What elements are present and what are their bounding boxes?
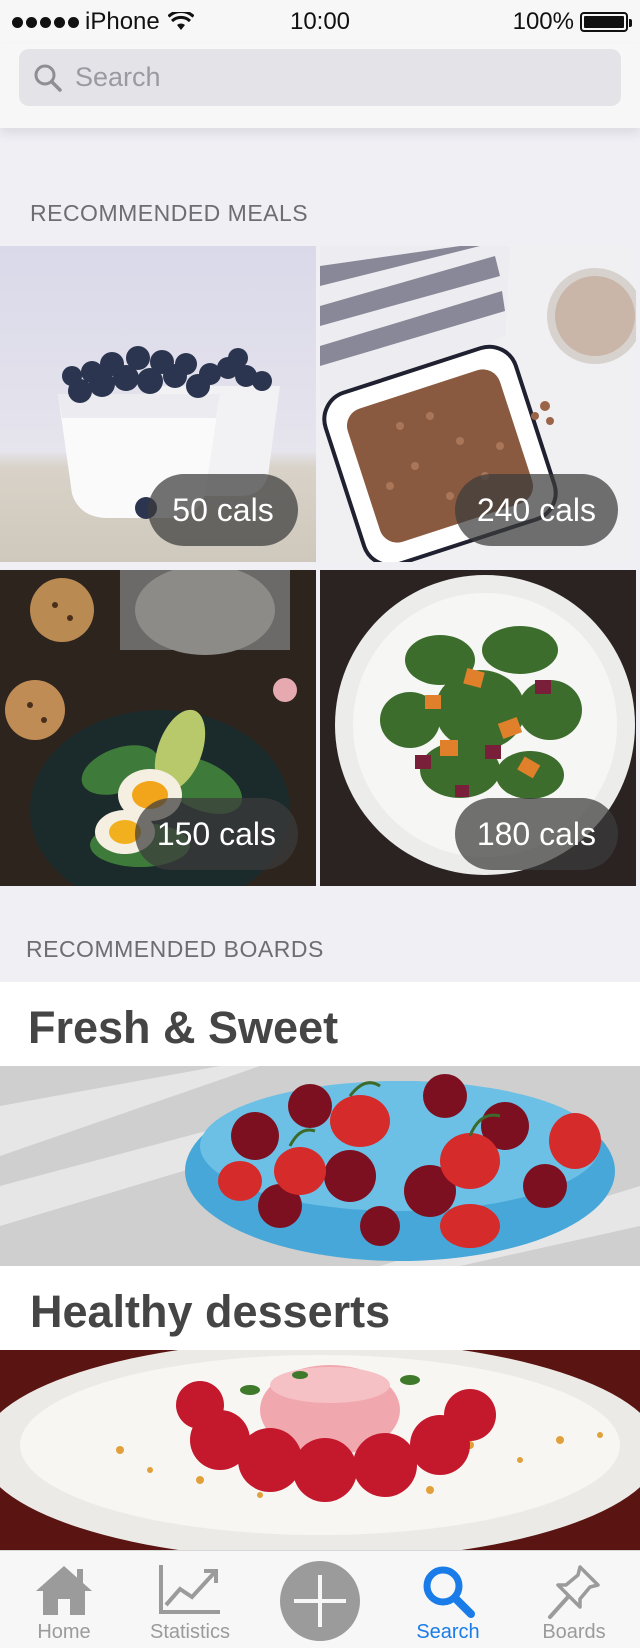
meal-card-granola[interactable]: 240 cals xyxy=(320,246,636,562)
tab-home[interactable]: Home xyxy=(24,1551,104,1648)
home-icon xyxy=(36,1566,92,1615)
tab-bar: Home Statistics Search Boards xyxy=(0,1550,640,1648)
board-card-fresh-sweet[interactable]: Fresh & Sweet xyxy=(0,982,640,1066)
meal-calories-badge: 50 cals xyxy=(148,474,298,546)
tab-label: Boards xyxy=(542,1621,606,1643)
board-title: Fresh & Sweet xyxy=(28,1002,339,1053)
search-input[interactable] xyxy=(75,62,595,93)
battery-info: 100% xyxy=(512,8,632,36)
tab-label: Home xyxy=(37,1621,91,1643)
signal-icon xyxy=(12,16,79,28)
board-image-fresh-sweet[interactable] xyxy=(0,1066,640,1266)
meal-card-salad[interactable]: 180 cals xyxy=(320,570,636,886)
meal-calories-badge: 180 cals xyxy=(454,798,618,870)
meal-card-blueberries[interactable]: 50 cals xyxy=(0,246,316,562)
search-icon xyxy=(423,1566,475,1618)
search-header xyxy=(0,44,640,128)
board-card-healthy-desserts[interactable]: Healthy desserts xyxy=(0,1266,640,1350)
chart-icon xyxy=(159,1565,220,1614)
carrier-name: iPhone xyxy=(85,8,160,35)
search-bar[interactable] xyxy=(19,49,621,106)
meal-calories-badge: 150 cals xyxy=(134,798,298,870)
tab-statistics[interactable]: Statistics xyxy=(140,1551,240,1648)
berries-bowl-image xyxy=(0,1066,640,1266)
board-image-healthy-desserts[interactable] xyxy=(0,1350,640,1550)
meals-grid: 50 cals 240 cals 150 cals 180 cals xyxy=(0,246,640,886)
tab-boards[interactable]: Boards xyxy=(534,1551,614,1648)
battery-percent: 100% xyxy=(512,8,574,35)
tab-search[interactable]: Search xyxy=(408,1551,488,1648)
wifi-icon xyxy=(167,12,194,30)
tab-label: Search xyxy=(416,1621,480,1643)
meal-calories-badge: 240 cals xyxy=(454,474,618,546)
search-icon xyxy=(34,64,62,92)
pin-icon xyxy=(548,1565,600,1619)
meals-section-header: RECOMMENDED MEALS xyxy=(30,200,309,226)
dessert-image xyxy=(0,1350,640,1550)
status-bar: iPhone 10:00 100% xyxy=(0,0,640,44)
add-button[interactable] xyxy=(280,1561,360,1641)
tab-label: Statistics xyxy=(149,1621,231,1643)
board-title: Healthy desserts xyxy=(30,1286,391,1337)
battery-icon xyxy=(580,12,632,32)
meal-card-eggs[interactable]: 150 cals xyxy=(0,570,316,886)
carrier-info: iPhone xyxy=(12,8,194,36)
boards-section-header: RECOMMENDED BOARDS xyxy=(26,936,324,962)
add-icon xyxy=(294,1575,346,1627)
